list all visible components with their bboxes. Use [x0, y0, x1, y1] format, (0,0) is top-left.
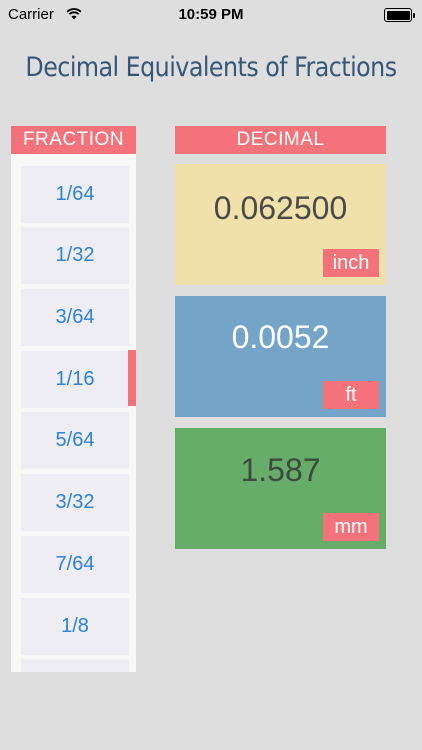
- selection-indicator: [128, 350, 136, 406]
- page-title: Decimal Equivalents of Fractions: [25, 52, 397, 83]
- fraction-item-3-64[interactable]: 3/64: [21, 289, 129, 346]
- ft-panel: 0.0052 ft: [175, 296, 386, 417]
- inch-panel: 0.062500 inch: [175, 164, 386, 285]
- fraction-item-partial[interactable]: [21, 659, 129, 672]
- fraction-item-5-64[interactable]: 5/64: [21, 412, 129, 469]
- mm-panel: 1.587 mm: [175, 428, 386, 549]
- decimal-header: DECIMAL: [175, 126, 386, 154]
- ft-unit-label: ft: [323, 381, 379, 409]
- inch-unit-label: inch: [323, 249, 379, 277]
- fraction-item-1-16[interactable]: 1/16: [21, 351, 129, 408]
- status-time: 10:59 PM: [178, 6, 244, 23]
- fraction-item-1-8[interactable]: 1/8: [21, 598, 129, 655]
- inch-value: 0.062500: [213, 190, 348, 226]
- fraction-list[interactable]: 1/64 1/32 3/64 1/16 5/64 3/32 7/64 1/8: [11, 154, 136, 672]
- ft-value: 0.0052: [231, 319, 330, 355]
- screen: Carrier 10:59 PM Decimal Equivalents of …: [0, 0, 422, 750]
- fraction-item-7-64[interactable]: 7/64: [21, 536, 129, 593]
- status-bar: Carrier 10:59 PM: [0, 0, 422, 30]
- fraction-item-3-32[interactable]: 3/32: [21, 474, 129, 531]
- battery-icon: [384, 8, 415, 22]
- fraction-header: FRACTION: [11, 126, 136, 154]
- mm-unit-label: mm: [323, 513, 379, 541]
- fraction-item-1-64[interactable]: 1/64: [21, 166, 129, 223]
- fraction-item-1-32[interactable]: 1/32: [21, 227, 129, 284]
- mm-value: 1.587: [240, 452, 321, 488]
